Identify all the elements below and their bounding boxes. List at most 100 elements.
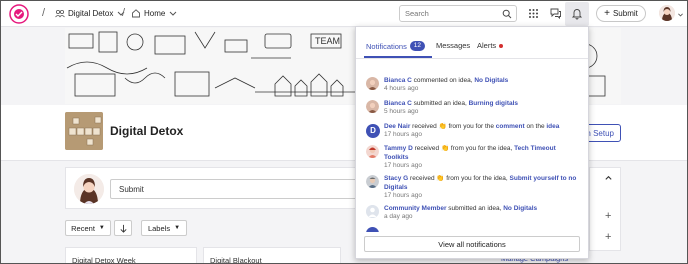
svg-text:TEAM: TEAM <box>315 36 340 46</box>
notification-target[interactable]: comment <box>496 123 525 130</box>
composer-input-label: Submit <box>119 185 144 194</box>
notification-actor[interactable]: Bianca C <box>384 100 412 107</box>
notification-target[interactable]: idea <box>546 123 559 130</box>
notification-action: received 👏 from you for the idea, <box>408 175 510 182</box>
actor-avatar <box>366 100 379 113</box>
composer-avatar-image <box>74 174 104 204</box>
actor-avatar <box>366 205 379 218</box>
actor-initial-avatar: D <box>366 124 380 138</box>
idea-card[interactable]: Digital Detox Week <box>65 247 197 264</box>
actor-avatar <box>366 175 379 188</box>
notification-tabs: Notifications 12 Messages Alerts <box>356 27 588 59</box>
community-title: Digital Detox <box>110 124 184 138</box>
idea-card[interactable]: Digital Blackout <box>203 247 341 264</box>
notification-action: commented on idea, <box>411 77 475 84</box>
chevron-down-icon <box>169 11 177 16</box>
notification-text: Community Member submitted an idea, No D… <box>384 204 580 213</box>
idea-card-title: Digital Detox Week <box>72 256 136 264</box>
app-window: / Digital Detox / Home + S <box>0 0 688 264</box>
notification-time: 5 hours ago <box>384 108 419 115</box>
actor-avatar-image <box>366 145 379 158</box>
person-placeholder-icon <box>366 205 379 218</box>
user-avatar-image <box>659 5 675 21</box>
tab-alerts[interactable]: Alerts <box>477 41 504 50</box>
composer-avatar <box>74 174 104 204</box>
notification-actor[interactable]: Tammy D <box>384 145 413 152</box>
notification-count-badge: 12 <box>409 41 425 51</box>
idea-card-title: Digital Blackout <box>210 256 262 264</box>
active-tab-indicator <box>364 56 432 58</box>
home-icon <box>132 9 140 18</box>
notification-actor[interactable]: Dee Nair <box>384 123 410 130</box>
setup-button[interactable]: n Setup <box>585 124 621 142</box>
submit-button-label: Submit <box>612 9 638 18</box>
caret-down-icon: ▼ <box>98 225 105 231</box>
labels-filter-label: Labels <box>147 223 171 233</box>
notification-time: 17 hours ago <box>384 131 422 138</box>
actor-avatar <box>366 77 379 90</box>
chevron-up-icon[interactable] <box>604 174 613 183</box>
labels-filter[interactable]: Labels ▼ <box>141 220 187 236</box>
notification-item-partial <box>366 227 578 232</box>
notification-action: on the <box>524 123 547 130</box>
notification-text: Bianca C commented on idea, No Digitals <box>384 76 580 85</box>
composer-input[interactable]: Submit <box>110 179 390 199</box>
notification-action: submitted an idea, <box>446 205 504 212</box>
notification-time: 17 hours ago <box>384 192 422 199</box>
actor-avatar-image <box>366 175 379 188</box>
breadcrumb-separator: / <box>122 7 126 19</box>
breadcrumb-home-label: Home <box>144 8 166 18</box>
notification-text: Bianca C submitted an idea, Burning digi… <box>384 99 580 108</box>
chevron-down-icon[interactable] <box>677 11 684 18</box>
tab-notifications[interactable]: Notifications 12 <box>366 41 425 51</box>
breadcrumb-separator: / <box>42 7 46 19</box>
tab-alerts-label: Alerts <box>477 41 497 50</box>
notification-actor[interactable]: Bianca C <box>384 77 412 84</box>
tab-messages[interactable]: Messages <box>436 41 470 50</box>
notification-text: Tammy D received 👏 from you for the idea… <box>384 144 580 162</box>
notification-actor[interactable]: Community Member <box>384 205 446 212</box>
notification-target[interactable]: No Digitals <box>474 77 508 84</box>
recent-filter-label: Recent <box>71 223 95 233</box>
actor-avatar-image <box>366 100 379 113</box>
community-icon <box>55 10 65 18</box>
plus-icon[interactable]: + <box>605 210 611 222</box>
notification-action: received 👏 from you for the idea, <box>412 145 515 152</box>
notification-time: 17 hours ago <box>384 162 422 169</box>
notifications-panel: Notifications 12 Messages Alerts Bianca … <box>355 26 589 259</box>
caret-down-icon: ▼ <box>174 225 181 231</box>
breadcrumb-community-label: Digital Detox <box>68 8 114 18</box>
side-panel: + + <box>589 167 621 251</box>
notification-time: 4 hours ago <box>384 85 419 92</box>
notification-time: a day ago <box>384 213 413 220</box>
tab-messages-label: Messages <box>436 41 471 50</box>
search-icon[interactable] <box>502 9 512 19</box>
breadcrumb-community[interactable]: Digital Detox <box>55 8 126 18</box>
alert-dot <box>499 43 504 48</box>
notifications-button[interactable] <box>565 2 589 26</box>
community-image <box>65 112 103 150</box>
bell-icon <box>571 9 583 20</box>
notification-action: received 👏 from you for the <box>410 123 496 130</box>
search-box <box>399 5 517 22</box>
notification-action: submitted an idea, <box>411 100 469 107</box>
notification-text: Dee Nair received 👏 from you for the com… <box>384 122 580 131</box>
actor-avatar-image <box>366 77 379 90</box>
search-input[interactable] <box>400 6 490 21</box>
messages-icon[interactable] <box>549 7 562 20</box>
scrabble-tiles-image <box>65 112 103 150</box>
user-avatar[interactable] <box>659 5 675 21</box>
view-all-notifications-button[interactable]: View all notifications <box>364 236 580 252</box>
recent-filter[interactable]: Recent ▼ <box>65 220 111 236</box>
submit-button[interactable]: + Submit <box>596 5 646 22</box>
breadcrumb-home[interactable]: Home <box>131 8 178 18</box>
apps-grid-icon[interactable] <box>527 7 540 20</box>
notification-actor[interactable]: Stacy G <box>384 175 408 182</box>
notification-target[interactable]: No Digitals <box>503 205 537 212</box>
sort-button[interactable] <box>114 220 132 236</box>
actor-avatar <box>366 145 379 158</box>
plus-icon[interactable]: + <box>605 231 611 243</box>
actor-initial-avatar <box>366 227 379 232</box>
logo-icon[interactable] <box>5 4 33 24</box>
notification-target[interactable]: Burning digitals <box>469 100 518 107</box>
